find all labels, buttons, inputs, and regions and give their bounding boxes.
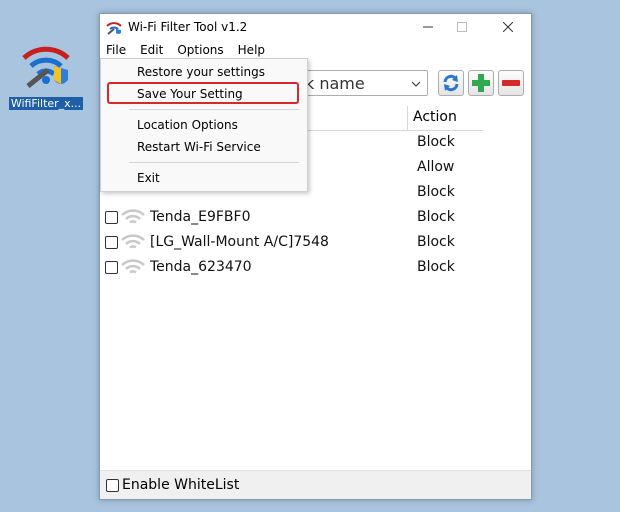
row-checkbox[interactable] — [105, 261, 118, 274]
menu-item-location-options[interactable]: Location Options — [137, 118, 238, 132]
window-title: Wi-Fi Filter Tool v1.2 — [128, 20, 248, 34]
menu-item-exit[interactable]: Exit — [137, 171, 160, 185]
plus-icon — [472, 74, 490, 92]
title-bar[interactable]: Wi-Fi Filter Tool v1.2 — [100, 14, 531, 40]
maximize-button[interactable] — [445, 14, 479, 40]
menu-item-save-setting[interactable]: Save Your Setting — [137, 87, 243, 101]
desktop-icon-label: WifiFilter_x... — [8, 97, 84, 110]
table-row[interactable]: Tenda_E9FBF0 Block — [100, 205, 483, 230]
column-divider[interactable] — [407, 106, 408, 130]
wifi-signal-icon — [121, 259, 145, 279]
chevron-down-icon — [411, 71, 421, 105]
network-combo[interactable]: k name — [300, 70, 428, 96]
row-checkbox[interactable] — [105, 236, 118, 249]
menu-item-restart-wifi[interactable]: Restart Wi-Fi Service — [137, 140, 261, 154]
menu-help[interactable]: Help — [238, 43, 265, 57]
close-button[interactable] — [491, 14, 525, 40]
minimize-button[interactable] — [411, 14, 445, 40]
wifi-signal-icon — [121, 234, 145, 254]
row-action: Block — [417, 259, 455, 275]
close-icon — [503, 22, 513, 32]
whitelist-checkbox[interactable] — [106, 479, 119, 492]
wifi-filter-app-icon — [18, 36, 74, 92]
refresh-icon — [443, 74, 459, 92]
row-action: Block — [417, 184, 455, 200]
network-combo-text: k name — [305, 74, 365, 93]
menu-file[interactable]: File — [106, 43, 126, 57]
file-menu-dropdown: Restore your settings Save Your Setting … — [100, 58, 308, 192]
row-action: Allow — [417, 159, 455, 175]
menu-bar: File Edit Options Help — [100, 40, 531, 60]
whitelist-label[interactable]: Enable WhiteList — [122, 477, 239, 493]
action-column-header[interactable]: Action — [413, 109, 457, 125]
wifi-signal-icon — [121, 209, 145, 229]
row-ssid: Tenda_E9FBF0 — [150, 209, 251, 225]
row-action: Block — [417, 234, 455, 250]
app-title-icon — [106, 22, 122, 35]
minus-icon — [502, 80, 520, 86]
menu-edit[interactable]: Edit — [140, 43, 163, 57]
row-ssid: Tenda_623470 — [150, 259, 252, 275]
row-action: Block — [417, 209, 455, 225]
maximize-icon — [457, 22, 467, 32]
add-button[interactable] — [468, 70, 494, 96]
row-action: Block — [417, 134, 455, 150]
menu-item-restore-settings[interactable]: Restore your settings — [137, 65, 265, 79]
menu-separator — [129, 109, 299, 110]
remove-button[interactable] — [498, 70, 524, 96]
row-ssid: [LG_Wall-Mount A/C]7548 — [150, 234, 329, 250]
minimize-icon — [423, 26, 433, 28]
desktop-icon-wifi-filter[interactable]: WifiFilter_x... — [8, 36, 84, 111]
footer-bar: Enable WhiteList — [100, 470, 531, 499]
refresh-button[interactable] — [438, 70, 464, 96]
table-row[interactable]: [LG_Wall-Mount A/C]7548 Block — [100, 230, 483, 255]
menu-options[interactable]: Options — [177, 43, 223, 57]
menu-separator — [129, 162, 299, 163]
table-row[interactable]: Tenda_623470 Block — [100, 255, 483, 280]
row-checkbox[interactable] — [105, 211, 118, 224]
